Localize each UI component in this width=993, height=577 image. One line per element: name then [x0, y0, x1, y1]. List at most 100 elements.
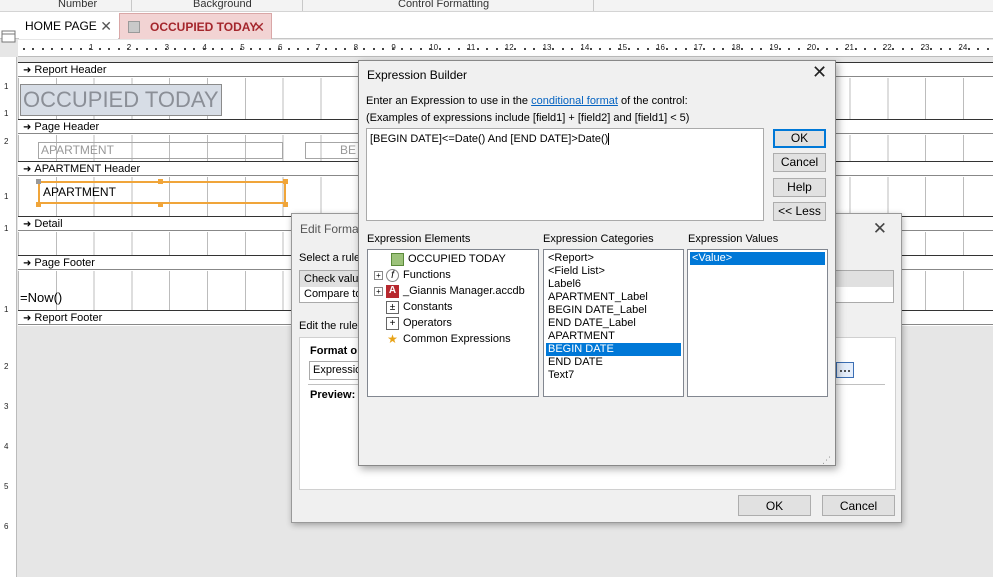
category-item[interactable]: APARTMENT: [546, 330, 619, 343]
tab-occupied-today[interactable]: OCCUPIED TODAY ✕: [119, 13, 272, 39]
category-item[interactable]: BEGIN DATE_Label: [546, 304, 651, 317]
ruler-tick: [89, 48, 92, 50]
elements-header: Expression Elements: [367, 233, 471, 245]
resize-handle[interactable]: [158, 202, 163, 207]
category-item[interactable]: END DATE: [546, 356, 607, 369]
category-item[interactable]: <Field List>: [546, 265, 609, 278]
tree-item-database[interactable]: + A _Giannis Manager.accdb: [374, 284, 525, 299]
ruler-tick: [145, 48, 148, 50]
ruler-tick: [892, 48, 895, 50]
ruler-tick: [60, 48, 63, 50]
now-textbox[interactable]: =Now(): [20, 289, 290, 307]
ribbon-group-labels: Number Background Control Formatting: [0, 0, 993, 12]
category-item[interactable]: <Report>: [546, 252, 598, 265]
ruler-tick-label: 2: [4, 362, 9, 371]
ruler-tick: [259, 48, 262, 50]
ruler-tick: [552, 48, 555, 50]
ruler-tick: [429, 48, 432, 50]
ruler-tick: [722, 48, 725, 50]
expression-elements-tree[interactable]: OCCUPIED TODAY + f Functions + A _Giannis Ma…: [367, 249, 539, 397]
ruler-tick: [656, 48, 659, 50]
apartment-label[interactable]: APARTMENT: [38, 142, 283, 159]
expand-icon[interactable]: +: [374, 286, 383, 296]
tree-item-functions[interactable]: + f Functions: [374, 268, 451, 283]
category-item[interactable]: Label6: [546, 278, 585, 291]
report-title-label[interactable]: OCCUPIED TODAY: [20, 84, 222, 116]
ruler-tick: [334, 48, 337, 50]
efr-ok-button[interactable]: OK: [738, 495, 811, 516]
eb-ok-button[interactable]: OK: [773, 129, 826, 148]
category-item[interactable]: BEGIN DATE: [546, 343, 681, 356]
tab-home-page[interactable]: HOME PAGE ✕: [19, 13, 118, 39]
ellipsis-button[interactable]: [836, 362, 854, 378]
ruler-tick: [457, 48, 460, 50]
tree-item-operators[interactable]: + Operators: [386, 316, 452, 331]
category-item[interactable]: Text7: [546, 369, 578, 382]
begin-date-label[interactable]: BE: [305, 142, 360, 159]
ruler-tick: [911, 48, 914, 50]
ruler-tick-label: 2: [4, 137, 9, 146]
ruler-tick: [155, 48, 158, 50]
ruler-tick: [920, 48, 923, 50]
resize-handle[interactable]: [283, 179, 288, 184]
ruler-tick: [816, 48, 819, 50]
eb-less-button[interactable]: << Less: [773, 202, 826, 221]
expand-icon[interactable]: +: [374, 270, 383, 280]
constants-icon: ±: [386, 300, 399, 314]
conditional-format-link[interactable]: conditional format: [531, 95, 618, 107]
category-item[interactable]: END DATE_Label: [546, 317, 640, 330]
ruler-tick: [958, 48, 961, 50]
rule-type-item[interactable]: Check valu: [304, 273, 358, 285]
ruler-tick: [382, 48, 385, 50]
value-item[interactable]: <Value>: [690, 252, 825, 265]
ruler-tick: [70, 48, 73, 50]
ruler-tick: [646, 48, 649, 50]
tree-item-constants[interactable]: ± Constants: [386, 300, 453, 315]
ruler-tick: [391, 48, 394, 50]
tab-home-page-label: HOME PAGE: [25, 19, 97, 33]
ruler-tick: [287, 48, 290, 50]
rule-type-item[interactable]: Compare to: [304, 288, 361, 300]
resize-grip-icon[interactable]: ⋰: [822, 455, 831, 466]
ruler-tick-label: 5: [4, 482, 9, 491]
ribbon-group-control-formatting: Control Formatting: [398, 0, 490, 10]
ruler-tick: [32, 48, 35, 50]
close-icon[interactable]: ✕: [873, 219, 887, 239]
ruler-tick: [448, 48, 451, 50]
ruler-tick: [495, 48, 498, 50]
format-only-label: Format o: [310, 345, 358, 357]
close-icon[interactable]: ✕: [812, 62, 827, 83]
ruler-tick: [79, 48, 82, 50]
close-icon[interactable]: ✕: [253, 19, 265, 36]
ruler-tick: [212, 48, 214, 50]
ruler-tick: [419, 48, 422, 50]
tree-item-occupied-today[interactable]: OCCUPIED TODAY: [391, 252, 506, 267]
move-handle[interactable]: [36, 179, 41, 184]
ruler-tick: [221, 48, 224, 50]
expression-values-list[interactable]: <Value>: [687, 249, 828, 397]
ruler-tick: [353, 48, 356, 50]
section-arrow-icon: ➜: [23, 164, 32, 175]
ruler-tick: [514, 48, 517, 50]
close-icon[interactable]: ✕: [100, 18, 112, 35]
ruler-tick: [164, 48, 167, 50]
category-item[interactable]: APARTMENT_Label: [546, 291, 652, 304]
efr-cancel-button[interactable]: Cancel: [822, 495, 895, 516]
ruler-tick: [486, 48, 489, 50]
resize-handle[interactable]: [36, 202, 41, 207]
ruler-tick: [278, 48, 281, 50]
eb-cancel-button[interactable]: Cancel: [773, 153, 826, 172]
tree-item-common-expressions[interactable]: ★ Common Expressions: [386, 332, 510, 347]
resize-handle[interactable]: [158, 179, 163, 184]
eb-help-button[interactable]: Help: [773, 178, 826, 197]
nav-pane-toggle-icon[interactable]: [0, 26, 18, 48]
expression-categories-list[interactable]: <Report> <Field List> Label6 APARTMENT_Labe…: [543, 249, 684, 397]
apartment-textbox[interactable]: APARTMENT: [38, 181, 286, 204]
ruler-tick: [174, 48, 177, 50]
ruler-tick: [986, 48, 989, 50]
ruler-tick: [854, 48, 857, 50]
document-tab-bar: HOME PAGE ✕ OCCUPIED TODAY ✕: [0, 12, 993, 43]
expression-input[interactable]: [BEGIN DATE]<=Date() And [END DATE]>Date…: [366, 128, 764, 221]
section-arrow-icon: ➜: [23, 313, 32, 324]
resize-handle[interactable]: [283, 202, 288, 207]
